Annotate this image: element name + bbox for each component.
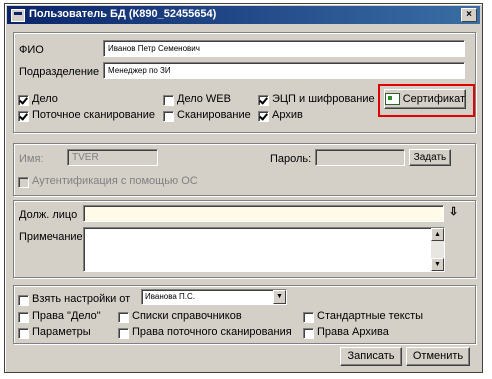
window-icon bbox=[11, 9, 25, 22]
password-field bbox=[315, 149, 405, 166]
name-label: Имя: bbox=[19, 153, 44, 165]
rights-stream-label: Права поточного сканирования bbox=[132, 326, 292, 338]
fio-label: ФИО bbox=[19, 44, 44, 56]
position-field[interactable] bbox=[83, 205, 444, 222]
rights-archive-checkbox[interactable] bbox=[303, 328, 314, 339]
note-label: Примечание bbox=[19, 231, 83, 243]
certificate-button[interactable]: Сертификат bbox=[384, 89, 466, 109]
note-scrollbar[interactable]: ▲ ▼ bbox=[431, 228, 444, 271]
chevron-down-icon[interactable]: ▼ bbox=[273, 290, 286, 304]
save-button[interactable]: Записать bbox=[340, 347, 402, 366]
std-texts-label: Стандартные тексты bbox=[317, 310, 424, 322]
delo-label: Дело bbox=[32, 93, 58, 105]
name-field: TVER bbox=[67, 149, 158, 166]
stream-scan-label: Поточное сканирование bbox=[32, 109, 155, 121]
archive-checkbox[interactable] bbox=[258, 111, 269, 122]
certificate-icon bbox=[385, 93, 400, 105]
take-settings-combo[interactable]: Иванова П.С. ▼ bbox=[141, 289, 287, 305]
params-label: Параметры bbox=[32, 326, 91, 338]
lists-label: Списки справочников bbox=[132, 310, 242, 322]
certificate-button-label: Сертификат bbox=[402, 92, 465, 105]
scan-label: Сканирование bbox=[177, 109, 251, 121]
archive-label: Архив bbox=[272, 109, 303, 121]
take-settings-label: Взять настройки от bbox=[32, 293, 131, 305]
take-settings-checkbox[interactable] bbox=[18, 295, 29, 306]
scroll-up-icon[interactable]: ▲ bbox=[431, 228, 444, 241]
rights-stream-checkbox[interactable] bbox=[118, 328, 129, 339]
close-button[interactable]: × bbox=[461, 8, 477, 22]
std-texts-checkbox[interactable] bbox=[303, 312, 314, 323]
fio-field[interactable]: Иванов Петр Семенович bbox=[103, 40, 465, 57]
title-bar[interactable]: Пользователь БД (К890_52455654) × bbox=[7, 6, 480, 24]
user-db-dialog: Пользователь БД (К890_52455654) × ФИО Ив… bbox=[4, 3, 483, 373]
note-textarea[interactable]: ▲ ▼ bbox=[83, 227, 445, 272]
dept-field[interactable]: Менеджер по ЗИ bbox=[103, 62, 465, 79]
params-checkbox[interactable] bbox=[18, 328, 29, 339]
os-auth-label: Аутентификация с помощью ОС bbox=[32, 175, 198, 187]
scan-checkbox[interactable] bbox=[163, 111, 174, 122]
ecp-label: ЭЦП и шифрование bbox=[272, 93, 375, 105]
os-auth-checkbox bbox=[18, 177, 29, 188]
rights-archive-label: Права Архива bbox=[317, 326, 389, 338]
set-password-button[interactable]: Задать bbox=[409, 149, 451, 166]
window-title: Пользователь БД (К890_52455654) bbox=[29, 8, 217, 20]
rights-delo-label: Права "Дело" bbox=[32, 310, 101, 322]
stream-scan-checkbox[interactable] bbox=[18, 111, 29, 122]
pick-position-icon[interactable]: ⇩ bbox=[449, 205, 458, 218]
cancel-button[interactable]: Отменить bbox=[406, 347, 470, 366]
take-settings-value: Иванова П.С. bbox=[145, 292, 196, 301]
position-label: Долж. лицо bbox=[19, 209, 78, 221]
lists-checkbox[interactable] bbox=[118, 312, 129, 323]
delo-web-label: Дело WEB bbox=[177, 93, 231, 105]
delo-web-checkbox[interactable] bbox=[163, 95, 174, 106]
rights-delo-checkbox[interactable] bbox=[18, 312, 29, 323]
delo-checkbox[interactable] bbox=[18, 95, 29, 106]
dept-label: Подразделение bbox=[19, 66, 100, 78]
password-label: Пароль: bbox=[270, 153, 312, 165]
scroll-down-icon[interactable]: ▼ bbox=[431, 258, 444, 271]
ecp-checkbox[interactable] bbox=[258, 95, 269, 106]
